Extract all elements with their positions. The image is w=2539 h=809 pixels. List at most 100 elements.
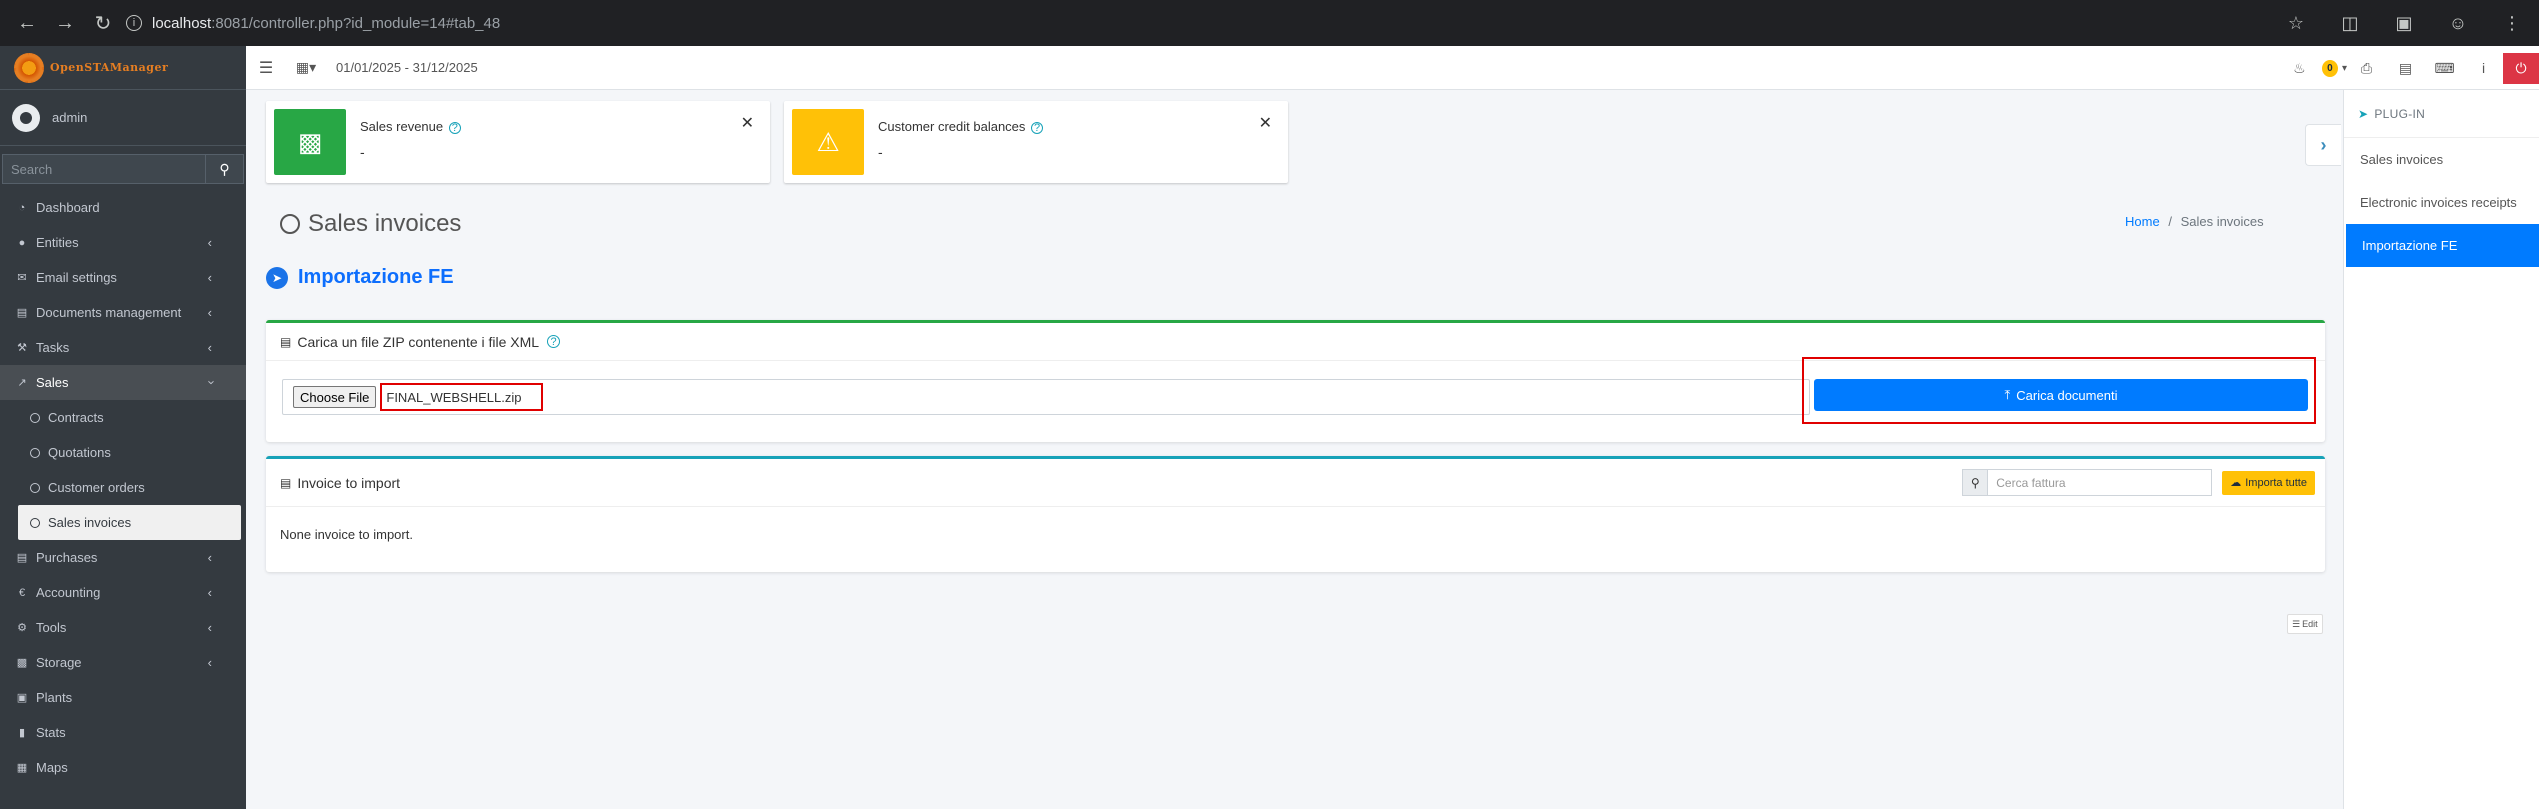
menu-toggle-icon[interactable]: ☰: [246, 58, 286, 78]
dashboard-icon: ◔: [18, 201, 26, 214]
url-host: localhost: [152, 14, 212, 32]
browser-toolbar: ← → ↻ i localhost:8081/controller.php?id…: [0, 0, 2539, 46]
plug-icon: ➤: [2358, 106, 2369, 121]
upload-documents-button[interactable]: ⤒ Carica documenti: [1814, 379, 2308, 411]
address-bar[interactable]: i localhost:8081/controller.php?id_modul…: [126, 6, 2356, 40]
plant-icon: ▣: [16, 692, 28, 704]
brand-logo[interactable]: OpenSTAManager: [0, 46, 246, 90]
cart-icon: ▤: [16, 552, 28, 564]
circle-icon: [30, 517, 40, 528]
search-icon[interactable]: ⚲: [206, 154, 244, 184]
browser-menu-icon[interactable]: ⋮: [2485, 13, 2539, 34]
close-icon[interactable]: ✕: [1259, 113, 1272, 133]
plugin-panel-header: ➤ PLUG-IN: [2344, 90, 2539, 138]
circle-icon: [30, 482, 40, 493]
wrench-icon: ⚒: [17, 342, 27, 354]
extensions-icon[interactable]: ◫: [2323, 13, 2377, 34]
plugin-item-importazione-fe[interactable]: Importazione FE: [2346, 224, 2539, 267]
upload-card-title: Carica un file ZIP contenente i file XML: [297, 333, 540, 350]
help-icon[interactable]: ?: [547, 335, 561, 348]
tab-search-icon[interactable]: ▣: [2377, 13, 2431, 34]
site-info-icon[interactable]: i: [126, 15, 142, 31]
book-icon[interactable]: ▤: [2386, 60, 2425, 77]
choose-file-button[interactable]: Choose File: [293, 386, 377, 408]
chevron-left-icon: ‹: [207, 655, 212, 670]
file-input[interactable]: Choose File FINAL_WEBSHELL.zip: [282, 379, 1810, 415]
chevron-left-icon: ‹: [207, 270, 212, 285]
breadcrumb-current: Sales invoices: [2180, 214, 2264, 229]
plugin-title: ➤ Importazione FE: [266, 266, 454, 289]
money-icon: ▩: [274, 109, 346, 175]
bookmark-star-icon[interactable]: ☆: [2269, 13, 2323, 34]
sidebar-item-documents-management[interactable]: ▤ Documents management ‹: [0, 295, 246, 330]
help-icon[interactable]: ?: [448, 122, 461, 134]
sidebar-item-purchases[interactable]: ▤ Purchases ‹: [0, 540, 246, 575]
search-icon[interactable]: ⚲: [1962, 469, 1989, 496]
sidebar-item-tools[interactable]: ⚙ Tools ‹: [0, 610, 246, 645]
back-icon[interactable]: ←: [8, 4, 46, 42]
page-title: Sales invoices: [280, 210, 461, 238]
breadcrumb-home-link[interactable]: Home: [2125, 214, 2160, 229]
sidebar-item-customer-orders[interactable]: Customer orders: [0, 470, 246, 505]
close-icon[interactable]: ✕: [741, 113, 754, 133]
plugin-list: Sales invoices Electronic invoices recei…: [2344, 138, 2539, 267]
period-label[interactable]: 01/01/2025 - 31/12/2025: [336, 60, 478, 75]
sidebar-item-plants[interactable]: ▣ Plants: [0, 680, 246, 715]
sidebar-item-quotations[interactable]: Quotations: [0, 435, 246, 470]
sidebar-item-sales[interactable]: ↗ Sales ‹: [0, 365, 246, 400]
plugin-item-sales-invoices[interactable]: Sales invoices: [2344, 138, 2539, 181]
circle-icon: [280, 214, 300, 234]
cloud-download-icon: ☁: [2230, 477, 2242, 489]
notifications-badge: 0: [2321, 59, 2338, 77]
profile-icon[interactable]: ☺: [2431, 13, 2485, 34]
sidebar-item-maps[interactable]: ▦ Maps: [0, 750, 246, 785]
sidebar-search-input[interactable]: [2, 154, 206, 184]
selected-file-name: FINAL_WEBSHELL.zip: [380, 383, 544, 411]
upload-highlight: ⤒ Carica documenti: [1802, 357, 2316, 424]
sidebar-item-accounting[interactable]: € Accounting ‹: [0, 575, 246, 610]
envelope-icon: ✉: [17, 272, 27, 284]
sidebar-item-tasks[interactable]: ⚒ Tasks ‹: [0, 330, 246, 365]
chevron-left-icon: ‹: [207, 620, 212, 635]
right-panel-toggle-chevron-icon[interactable]: ›: [2305, 124, 2341, 166]
cog-icon: ⚙: [17, 622, 27, 634]
map-icon: ▦: [16, 762, 28, 774]
forward-icon[interactable]: →: [46, 4, 84, 42]
sidebar-item-sales-invoices[interactable]: Sales invoices: [18, 505, 241, 540]
info-box-value: -: [360, 144, 365, 160]
sidebar-item-entities[interactable]: ● Entities ‹: [0, 225, 246, 260]
import-toolbar: ⚲ ☁Importa tutte: [1962, 469, 2315, 496]
info-box-sales-revenue: ▩ Sales revenue ? - ✕: [266, 101, 770, 183]
bar-chart-icon: ▮: [18, 727, 26, 739]
info-box-title: Sales revenue: [360, 119, 444, 134]
upload-card-header: ▤ Carica un file ZIP contenente i file X…: [266, 323, 2325, 361]
info-icon[interactable]: i: [2464, 60, 2503, 76]
truck-icon: ▩: [16, 657, 28, 669]
sidebar-item-email-settings[interactable]: ✉ Email settings ‹: [0, 260, 246, 295]
notifications-button[interactable]: ♨ 0 ▾: [2281, 59, 2347, 77]
calendar-icon[interactable]: ▦▾: [286, 59, 326, 76]
file-archive-icon: ▤: [280, 334, 292, 349]
sidebar: OpenSTAManager admin ⚲ ◔Dashboard ●Entit…: [0, 46, 246, 809]
sidebar-item-stats[interactable]: ▮ Stats: [0, 715, 246, 750]
chevron-left-icon: ‹: [207, 340, 212, 355]
sidebar-item-storage[interactable]: ▩ Storage ‹: [0, 645, 246, 680]
help-icon[interactable]: ?: [1031, 122, 1044, 134]
sidebar-item-contracts[interactable]: Contracts: [0, 400, 246, 435]
logout-power-icon[interactable]: ⏻: [2503, 52, 2539, 84]
plugin-item-electronic-invoices-receipts[interactable]: Electronic invoices receipts: [2344, 181, 2539, 224]
import-all-button[interactable]: ☁ Importa tutte: [2222, 470, 2315, 495]
url-path: :8081/controller.php?id_module=14#tab_48: [211, 14, 501, 32]
user-name: admin: [52, 110, 88, 125]
chevron-down-icon: ‹: [202, 380, 218, 385]
keyboard-icon[interactable]: ⌨: [2425, 60, 2464, 77]
user-panel[interactable]: admin: [0, 90, 246, 146]
invoice-search-input[interactable]: [1988, 469, 2213, 496]
print-icon[interactable]: ⎙: [2347, 60, 2386, 77]
sidebar-item-dashboard[interactable]: ◔ Dashboard: [0, 190, 246, 225]
edit-button[interactable]: ☰ Edit: [2287, 614, 2323, 634]
bell-icon: ♨: [2293, 59, 2306, 76]
info-box-customer-credit: ⚠ Customer credit balances ? - ✕: [784, 101, 1288, 183]
circle-icon: [30, 412, 40, 423]
reload-icon[interactable]: ↻: [84, 4, 122, 42]
